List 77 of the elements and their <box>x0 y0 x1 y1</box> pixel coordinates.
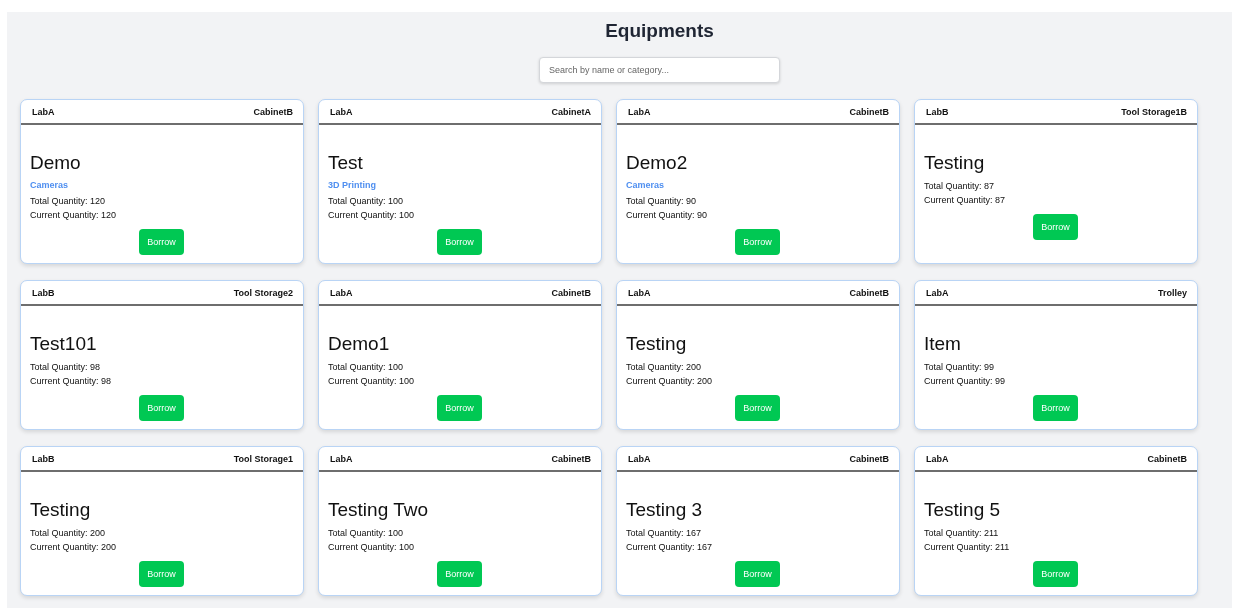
current-quantity: Current Quantity: 200 <box>626 376 714 386</box>
storage-label: CabinetB <box>849 453 889 464</box>
current-quantity: Current Quantity: 100 <box>328 210 416 220</box>
storage-label: Tool Storage1 <box>233 453 293 464</box>
equipment-name: Testing <box>924 151 986 175</box>
lab-label: LabB <box>32 453 55 464</box>
lab-label: LabA <box>330 287 353 298</box>
total-quantity: Total Quantity: 120 <box>30 196 107 206</box>
borrow-button[interactable]: Borrow <box>437 561 482 587</box>
storage-label: CabinetB <box>1147 453 1187 464</box>
equipment-name: Testing <box>30 498 92 522</box>
storage-label: Tool Storage1B <box>1121 106 1187 117</box>
equipment-name: Testing 3 <box>626 498 704 522</box>
storage-label: CabinetB <box>849 287 889 298</box>
current-quantity: Current Quantity: 120 <box>30 210 118 220</box>
equipment-name: Test <box>328 151 364 175</box>
storage-label: CabinetB <box>551 287 591 298</box>
total-quantity: Total Quantity: 167 <box>626 528 703 538</box>
borrow-button[interactable]: Borrow <box>139 395 184 421</box>
current-quantity: Current Quantity: 87 <box>924 195 1007 205</box>
equipment-name: Demo1 <box>328 332 391 356</box>
borrow-button[interactable]: Borrow <box>1033 395 1078 421</box>
current-quantity: Current Quantity: 167 <box>626 542 714 552</box>
lab-label: LabA <box>330 453 353 464</box>
search-field[interactable]: Search by name or category... <box>539 57 780 83</box>
storage-label: Tool Storage2 <box>233 287 293 298</box>
borrow-button[interactable]: Borrow <box>735 561 780 587</box>
page-title: Equipments <box>605 20 714 42</box>
borrow-button[interactable]: Borrow <box>1033 561 1078 587</box>
total-quantity: Total Quantity: 90 <box>626 196 698 206</box>
lab-label: LabA <box>32 106 55 117</box>
current-quantity: Current Quantity: 100 <box>328 542 416 552</box>
storage-label: Trolley <box>1158 287 1187 298</box>
equipment-name: Demo <box>30 151 82 175</box>
borrow-button[interactable]: Borrow <box>139 561 184 587</box>
total-quantity: Total Quantity: 99 <box>924 362 996 372</box>
current-quantity: Current Quantity: 100 <box>328 376 416 386</box>
equipment-name: Demo2 <box>626 151 689 175</box>
lab-label: LabA <box>926 453 949 464</box>
borrow-button[interactable]: Borrow <box>437 395 482 421</box>
total-quantity: Total Quantity: 211 <box>924 528 1000 538</box>
lab-label: LabA <box>926 287 949 298</box>
category-label: Cameras <box>30 180 70 190</box>
equipment-name: Testing <box>626 332 688 356</box>
current-quantity: Current Quantity: 211 <box>924 542 1011 552</box>
lab-label: LabA <box>628 106 651 117</box>
lab-label: LabA <box>628 453 651 464</box>
current-quantity: Current Quantity: 99 <box>924 376 1007 386</box>
lab-label: LabB <box>926 106 949 117</box>
current-quantity: Current Quantity: 200 <box>30 542 118 552</box>
borrow-button[interactable]: Borrow <box>1033 214 1078 240</box>
equipment-name: Item <box>924 332 962 356</box>
borrow-button[interactable]: Borrow <box>437 229 482 255</box>
storage-label: CabinetB <box>253 106 293 117</box>
current-quantity: Current Quantity: 90 <box>626 210 709 220</box>
lab-label: LabA <box>330 106 353 117</box>
borrow-button[interactable]: Borrow <box>139 229 184 255</box>
total-quantity: Total Quantity: 98 <box>30 362 102 372</box>
lab-label: LabA <box>628 287 651 298</box>
total-quantity: Total Quantity: 200 <box>626 362 703 372</box>
equipment-name: Test101 <box>30 332 98 356</box>
equipment-name: Testing Two <box>328 498 429 522</box>
lab-label: LabB <box>32 287 55 298</box>
category-label: Cameras <box>626 180 666 190</box>
current-quantity: Current Quantity: 98 <box>30 376 113 386</box>
total-quantity: Total Quantity: 87 <box>924 181 996 191</box>
storage-label: CabinetB <box>551 453 591 464</box>
total-quantity: Total Quantity: 100 <box>328 362 405 372</box>
category-label: 3D Printing <box>328 180 377 190</box>
equipment-name: Testing 5 <box>924 498 1002 522</box>
borrow-button[interactable]: Borrow <box>735 395 780 421</box>
total-quantity: Total Quantity: 200 <box>30 528 107 538</box>
total-quantity: Total Quantity: 100 <box>328 528 405 538</box>
storage-label: CabinetA <box>551 106 591 117</box>
total-quantity: Total Quantity: 100 <box>328 196 405 206</box>
borrow-button[interactable]: Borrow <box>735 229 780 255</box>
storage-label: CabinetB <box>849 106 889 117</box>
